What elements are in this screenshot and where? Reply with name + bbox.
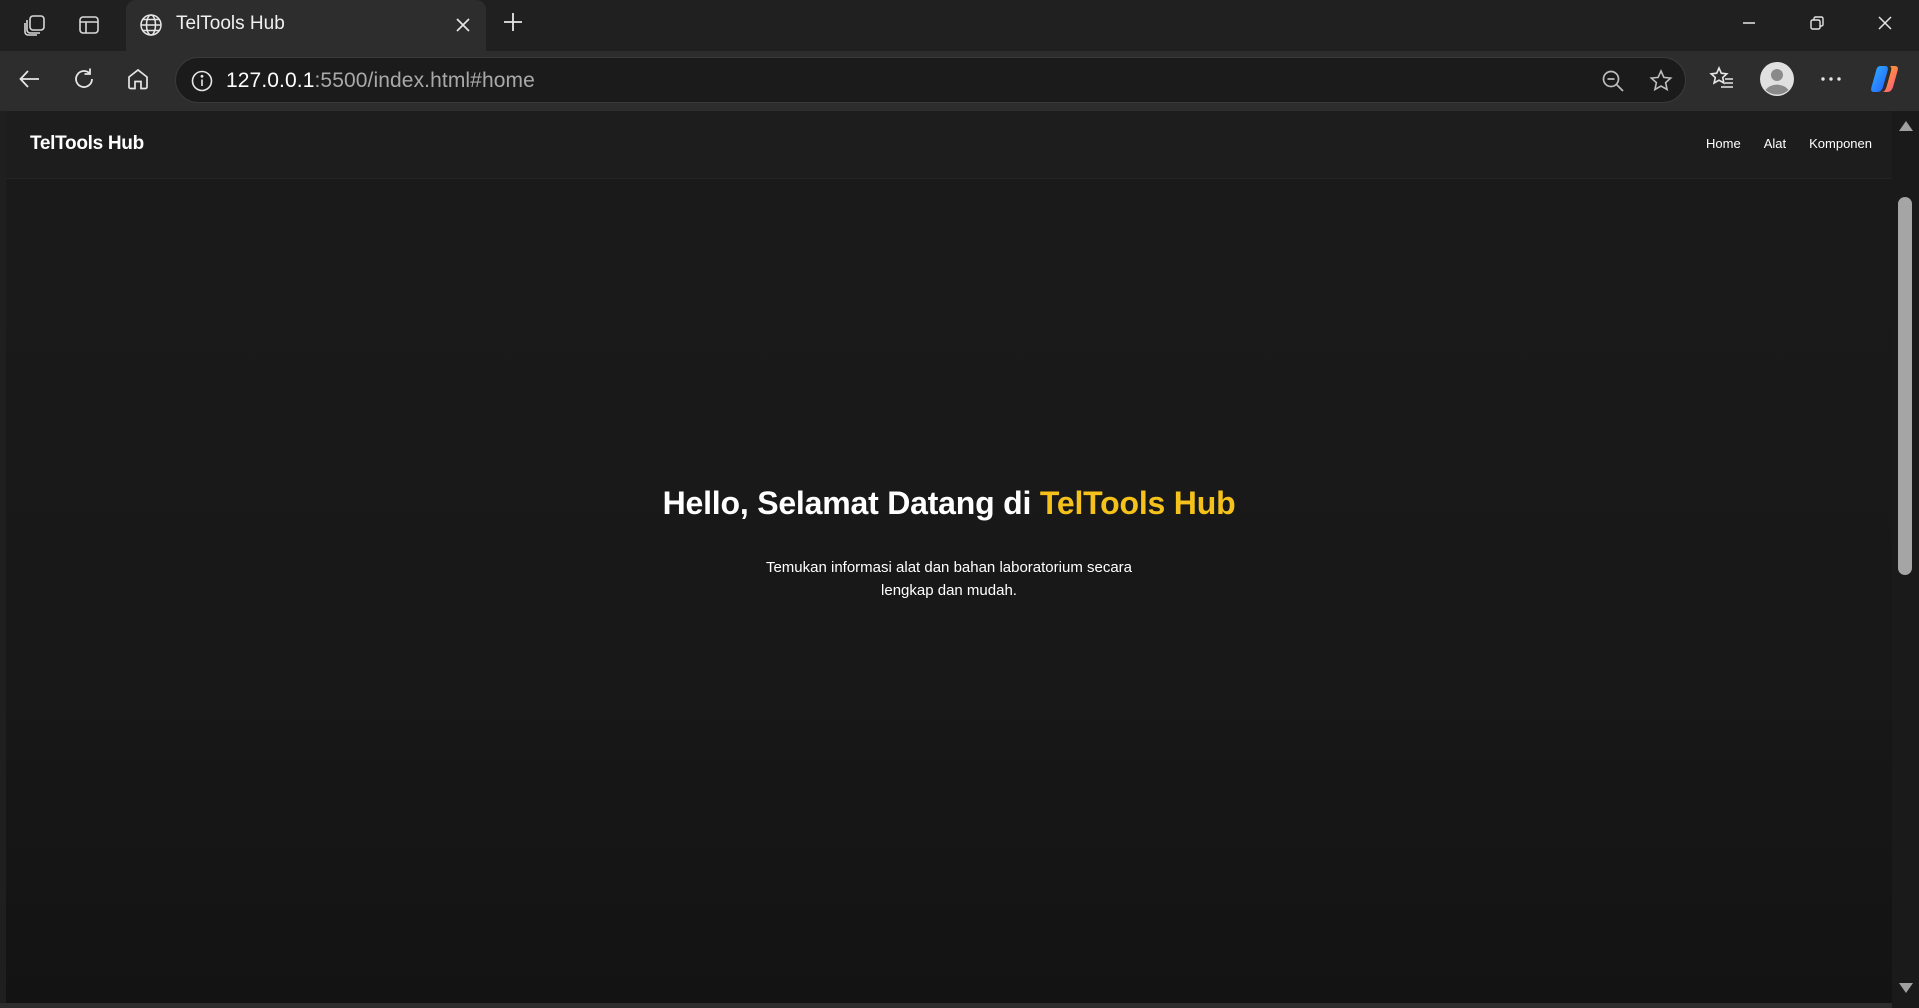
hero-title-main: Hello, Selamat Datang di — [662, 485, 1040, 521]
star-icon[interactable] — [1644, 64, 1678, 98]
page-viewport: TelTools Hub Home Alat Komponen Hello, S… — [6, 111, 1892, 1003]
browser-title-bar: TelTools Hub — [0, 0, 1919, 51]
url-path: :5500/index.html#home — [314, 69, 535, 92]
tab-title: TelTools Hub — [176, 13, 285, 34]
nav-link-alat[interactable]: Alat — [1764, 136, 1786, 151]
avatar-icon — [1759, 61, 1795, 102]
hero-title-accent: TelTools Hub — [1039, 485, 1236, 521]
restore-icon — [1809, 15, 1825, 36]
home-icon — [125, 66, 151, 97]
plus-icon — [502, 11, 524, 38]
scroll-up-arrow-icon[interactable] — [1899, 121, 1913, 131]
site-brand[interactable]: TelTools Hub — [30, 133, 144, 155]
browser-toolbar: 127.0.0.1:5500/index.html#home — [0, 51, 1919, 111]
minimize-icon — [1741, 15, 1757, 36]
restore-button[interactable] — [1783, 0, 1851, 51]
copilot-icon — [1868, 62, 1902, 101]
window-close-button[interactable] — [1851, 0, 1919, 51]
scrollbar-thumb[interactable] — [1898, 197, 1912, 575]
url-host: 127.0.0.1 — [226, 69, 315, 92]
back-button[interactable] — [10, 61, 50, 101]
refresh-icon — [71, 66, 97, 97]
url-text[interactable]: 127.0.0.1:5500/index.html#home — [226, 69, 535, 93]
hero-subtitle: Temukan informasi alat dan bahan laborat… — [765, 559, 1133, 599]
home-button[interactable] — [118, 61, 158, 101]
more-icon — [1819, 67, 1843, 96]
new-tab-button[interactable] — [494, 5, 532, 43]
vertical-scrollbar[interactable] — [1892, 111, 1919, 1008]
favorites-button[interactable] — [1702, 61, 1742, 101]
more-button[interactable] — [1811, 61, 1851, 101]
scroll-down-arrow-icon[interactable] — [1899, 983, 1913, 993]
info-icon[interactable] — [186, 65, 218, 97]
favorites-icon — [1708, 65, 1736, 98]
copilot-button[interactable] — [1865, 61, 1905, 101]
active-tab[interactable]: TelTools Hub — [126, 0, 486, 51]
profile-button[interactable] — [1757, 61, 1797, 101]
workspaces-icon[interactable] — [17, 7, 53, 43]
refresh-button[interactable] — [64, 61, 104, 101]
nav-link-komponen[interactable]: Komponen — [1809, 136, 1872, 151]
close-icon[interactable] — [447, 9, 479, 41]
hero-title: Hello, Selamat Datang di TelTools Hub — [6, 485, 1892, 522]
window-bottom-edge — [0, 1003, 1892, 1008]
address-bar[interactable]: 127.0.0.1:5500/index.html#home — [175, 57, 1686, 103]
tab-actions-icon[interactable] — [71, 7, 107, 43]
globe-icon — [136, 10, 166, 40]
close-icon — [1877, 15, 1893, 36]
back-arrow-icon — [17, 66, 43, 97]
hero-section: Hello, Selamat Datang di TelTools Hub Te… — [6, 179, 1892, 1003]
nav-link-home[interactable]: Home — [1706, 136, 1741, 151]
minimize-button[interactable] — [1715, 0, 1783, 51]
site-navbar: TelTools Hub Home Alat Komponen — [6, 111, 1892, 179]
site-nav-links: Home Alat Komponen — [1706, 136, 1872, 151]
zoom-out-icon[interactable] — [1596, 64, 1630, 98]
